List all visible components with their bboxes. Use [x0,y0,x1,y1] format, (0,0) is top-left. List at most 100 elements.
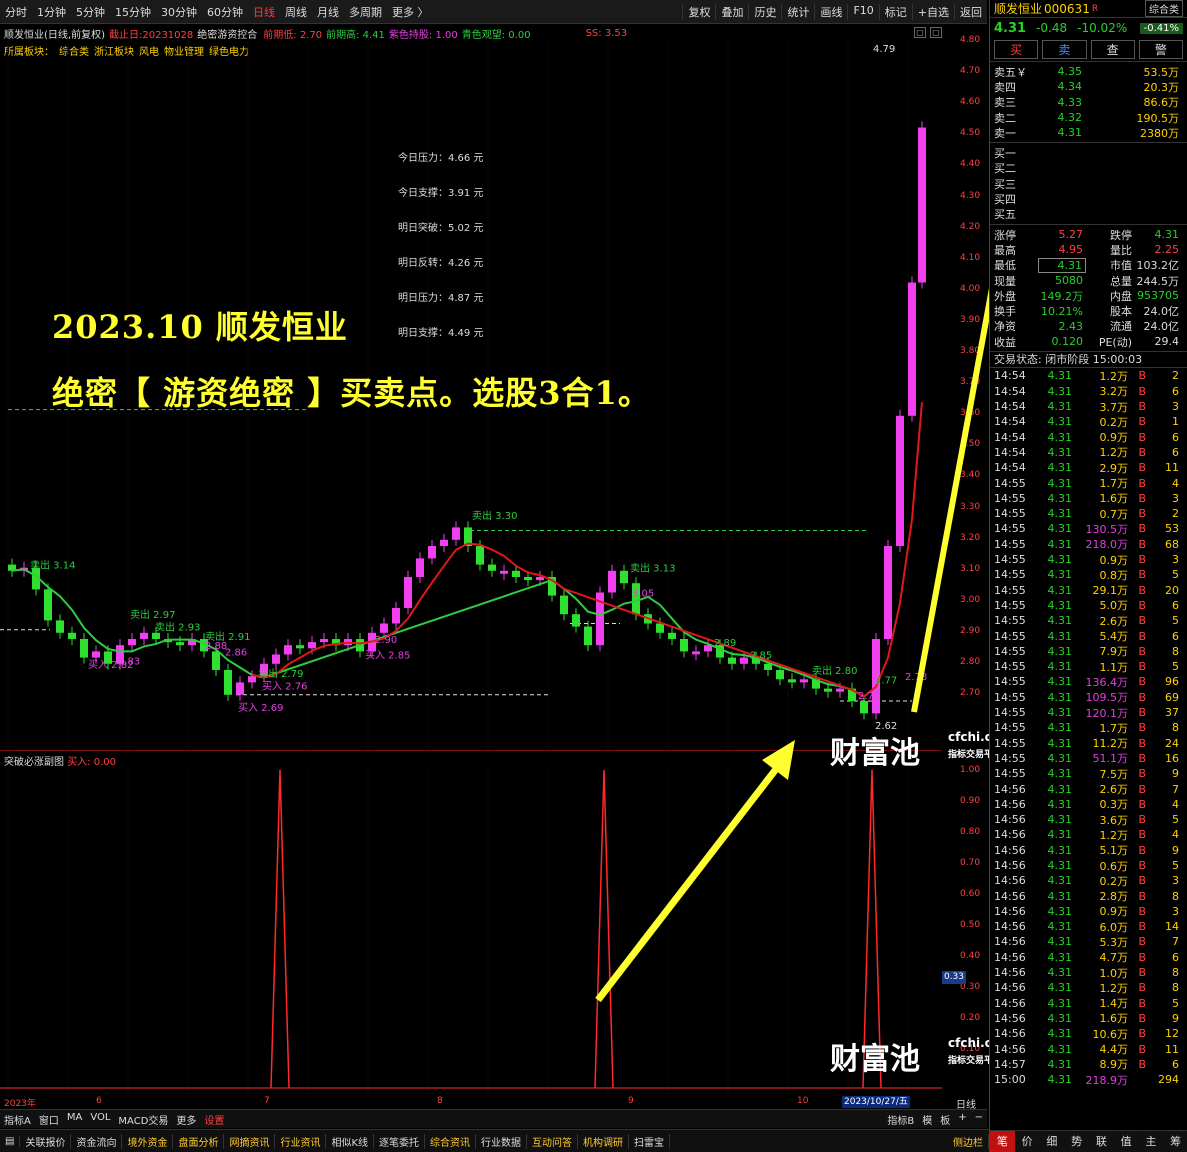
footer-tab-12[interactable]: 扫雷宝 [629,1133,671,1149]
stat-value: 244.5万 [1136,274,1180,288]
footer-tab-10[interactable]: 互动问答 [527,1133,579,1149]
footer-tab-6[interactable]: 相似K线 [326,1133,375,1149]
x-tick: 6 [96,1096,102,1106]
tick-side: B [1138,981,1146,995]
footer-tab-9[interactable]: 行业数据 [476,1133,528,1149]
tick-time: 14:55 [994,721,1026,735]
footer-tab-7[interactable]: 逐笔委托 [374,1133,426,1149]
toolbar-btn-7[interactable]: +自选 [911,3,954,20]
footer-tab-4[interactable]: 网摘资讯 [224,1133,276,1149]
tick-row: 14:55 4.31 1.7万 B 4 [990,475,1187,491]
panel-tab-0[interactable]: 笔 [990,1131,1015,1152]
period-tab-8[interactable]: 月线 [312,4,344,20]
panel-tab-6[interactable]: 主 [1139,1131,1164,1152]
candle-body [560,595,568,615]
toolbar-btn-5[interactable]: F10 [847,3,878,20]
action-btn-3[interactable]: 警 [1138,40,1183,59]
period-tab-10[interactable]: 更多 〉 [387,4,434,20]
indicator-name[interactable]: 绝密游资控合 [197,26,257,41]
indicator-right-0[interactable]: 指标B [883,1112,918,1127]
stat-value: 103.2亿 [1136,259,1180,273]
candle-body [572,614,580,627]
period-tab-5[interactable]: 60分钟 [202,4,248,20]
period-tab-3[interactable]: 15分钟 [110,4,156,20]
tick-count: 5 [1172,614,1179,628]
toolbar-btn-1[interactable]: 叠加 [715,3,748,20]
tick-volume: 29.1万 [1092,584,1129,598]
indicator-tab-2[interactable]: MA [63,1112,86,1127]
indicator-tab-6[interactable]: 设置 [200,1112,228,1127]
toolbar-btn-4[interactable]: 画线 [814,3,847,20]
indicator-tab-1[interactable]: 窗口 [35,1112,63,1127]
panel-tab-4[interactable]: 联 [1089,1131,1114,1152]
window-close-icon[interactable]: ▢ [930,27,942,38]
footer-tab-8[interactable]: 综合资讯 [425,1133,477,1149]
panel-tab-5[interactable]: 值 [1114,1131,1139,1152]
period-tab-7[interactable]: 周线 [280,4,312,20]
indicator-tab-4[interactable]: MACD交易 [114,1112,172,1127]
tick-list[interactable]: 14:54 4.31 1.2万 B 2 14:54 4.31 3.2万 B 6 14:54 4.31 3… [990,368,1187,1087]
tick-row: 14:56 4.31 4.4万 B 11 [990,1041,1187,1057]
action-btn-0[interactable]: 买 [994,40,1039,59]
tick-side: B [1138,858,1146,872]
tick-time: 14:55 [994,675,1026,689]
tick-price: 4.31 [1047,874,1073,888]
tick-row: 14:56 4.31 1.2万 B 4 [990,827,1187,842]
stat-label: 内盘 [1110,289,1132,303]
window-restore-icon[interactable]: ▢ [914,27,926,38]
chart-annotation: 卖出 2.80 [812,664,857,677]
footer-tab-1[interactable]: 资金流向 [71,1133,123,1149]
indicator-right-2[interactable]: 板 [936,1112,954,1127]
footer-tab-2[interactable]: 境外资金 [122,1133,174,1149]
tick-side: B [1138,400,1146,414]
stat-label: 跌停 [1110,228,1132,242]
action-btn-2[interactable]: 查 [1090,40,1135,59]
tick-side: B [1138,614,1146,628]
candle-body [918,127,926,283]
footer-tab-3[interactable]: 盘面分析 [173,1133,225,1149]
panel-tab-3[interactable]: 势 [1064,1131,1089,1152]
toolbar-btn-0[interactable]: 复权 [682,3,715,20]
footer-tab-0[interactable]: 关联报价 [20,1133,72,1149]
sidebar-toggle[interactable]: 侧边栏 [948,1133,989,1149]
period-tab-2[interactable]: 5分钟 [71,4,110,20]
tick-time: 14:56 [994,1011,1026,1025]
sector-tag[interactable]: 综合类 [1145,0,1183,17]
indicator-right-1[interactable]: 模 [918,1112,936,1127]
tick-row: 14:56 4.31 6.0万 B 14 [990,919,1187,934]
toolbar-btn-3[interactable]: 统计 [781,3,814,20]
panel-tab-7[interactable]: 筹 [1163,1131,1187,1152]
indicator-right-3[interactable]: + [954,1112,970,1127]
tick-side: B [1138,797,1146,811]
toolbar-btn-8[interactable]: 返回 [954,3,987,20]
tick-time: 14:56 [994,1042,1026,1056]
indicator-tab-0[interactable]: 指标A [0,1112,35,1127]
tick-price: 4.31 [1047,1027,1073,1041]
indicator-tab-bar: 指标A 窗口 MA VOL MACD交易 更多 设置 指标B 模板 + − [0,1109,987,1128]
toolbar-btn-2[interactable]: 历史 [748,3,781,20]
panel-tab-1[interactable]: 价 [1015,1131,1040,1152]
tick-row: 14:55 4.31 2.6万 B 5 [990,613,1187,628]
menu-icon[interactable]: ▤ [0,1135,21,1147]
tick-volume: 8.9万 [1099,1058,1129,1072]
footer-tab-11[interactable]: 机构调研 [578,1133,630,1149]
indicator-right-4[interactable]: − [971,1112,987,1127]
action-btn-1[interactable]: 卖 [1042,40,1087,59]
headline-1: 2023.10 顺发恒业 [52,308,348,346]
stat-value: 5080 [1055,274,1083,287]
x-tick: 9 [628,1096,634,1106]
indicator-tab-5[interactable]: 更多 [172,1112,200,1127]
tick-price: 4.31 [1047,736,1073,750]
toolbar-btn-6[interactable]: 标记 [878,3,912,20]
period-tab-9[interactable]: 多周期 [344,4,387,20]
tick-price: 4.31 [1047,629,1073,643]
panel-tab-2[interactable]: 细 [1040,1131,1065,1152]
indicator-tab-3[interactable]: VOL [86,1112,114,1127]
tick-row: 14:55 4.31 136.4万 B 96 [990,674,1187,689]
tick-time: 14:56 [994,797,1026,811]
footer-tab-5[interactable]: 行业资讯 [275,1133,327,1149]
period-tab-0[interactable]: 分时 [0,4,32,20]
period-tab-1[interactable]: 1分钟 [32,4,71,20]
period-tab-6[interactable]: 日线 [248,4,280,20]
period-tab-4[interactable]: 30分钟 [156,4,202,20]
